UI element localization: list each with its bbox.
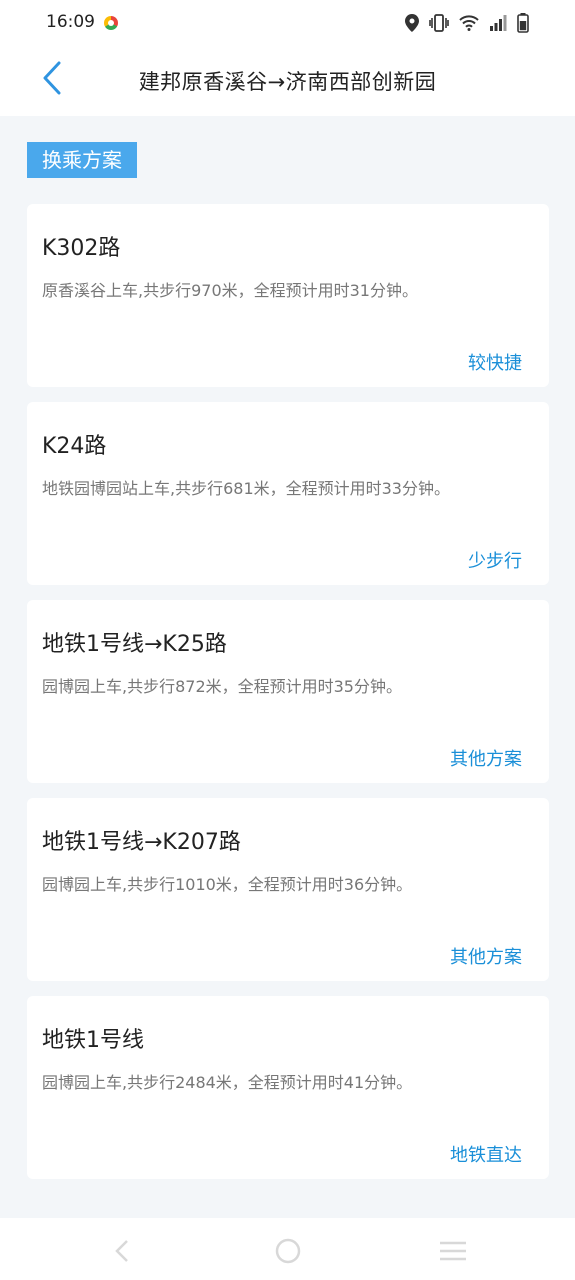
route-title: 地铁1号线 [42,1028,144,1053]
battery-icon [517,13,529,33]
route-title: K302路 [42,236,121,261]
route-card-1[interactable]: K302路 原香溪谷上车,共步行970米，全程预计用时31分钟。 较快捷 [27,204,549,387]
route-tag: 其他方案 [450,749,522,770]
route-list: K302路 原香溪谷上车,共步行970米，全程预计用时31分钟。 较快捷 K24… [27,204,549,1194]
back-nav-button[interactable] [107,1236,137,1266]
colored-app-icon [104,16,118,30]
route-card-5[interactable]: 地铁1号线 园博园上车,共步行2484米，全程预计用时41分钟。 地铁直达 [27,996,549,1179]
wifi-icon [459,15,479,31]
route-title: 地铁1号线→K25路 [42,632,227,657]
status-bar: 16:09 [0,0,575,46]
menu-nav-button[interactable] [438,1236,468,1266]
menu-nav-icon [440,1241,466,1261]
route-description: 原香溪谷上车,共步行970米，全程预计用时31分钟。 [42,281,418,300]
signal-icon [490,15,507,31]
route-description: 地铁园博园站上车,共步行681米，全程预计用时33分钟。 [42,479,450,498]
route-tag: 地铁直达 [450,1145,522,1166]
home-nav-button[interactable] [273,1236,303,1266]
home-nav-icon [275,1238,301,1264]
route-card-3[interactable]: 地铁1号线→K25路 园博园上车,共步行872米，全程预计用时35分钟。 其他方… [27,600,549,783]
route-tag: 较快捷 [468,353,522,374]
route-title: 地铁1号线→K207路 [42,830,241,855]
route-description: 园博园上车,共步行872米，全程预计用时35分钟。 [42,677,402,696]
top-header: 建邦原香溪谷→济南西部创新园 [0,46,575,116]
route-title: K24路 [42,434,107,459]
vibrate-icon [429,14,449,32]
route-tag: 其他方案 [450,947,522,968]
route-card-4[interactable]: 地铁1号线→K207路 园博园上车,共步行1010米，全程预计用时36分钟。 其… [27,798,549,981]
status-icons [405,13,529,33]
section-title: 换乘方案 [27,142,137,178]
page-title: 建邦原香溪谷→济南西部创新园 [138,70,437,94]
route-tag: 少步行 [468,551,522,572]
back-nav-icon [115,1240,128,1262]
location-icon [405,14,419,32]
system-nav-bar [0,1218,575,1280]
route-card-2[interactable]: K24路 地铁园博园站上车,共步行681米，全程预计用时33分钟。 少步行 [27,402,549,585]
route-description: 园博园上车,共步行1010米，全程预计用时36分钟。 [42,875,413,894]
route-description: 园博园上车,共步行2484米，全程预计用时41分钟。 [42,1073,413,1092]
status-time: 16:09 [46,12,95,32]
